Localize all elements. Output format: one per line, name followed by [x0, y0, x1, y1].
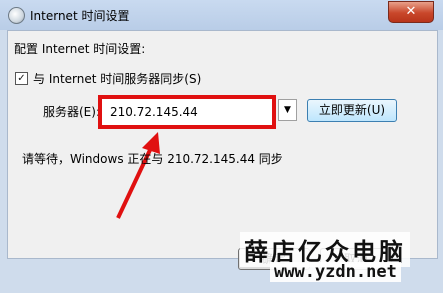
close-button[interactable]: ✕ — [388, 1, 434, 23]
sync-checkbox[interactable]: ✓ — [15, 72, 28, 85]
server-field-highlight[interactable]: 210.72.145.44 — [98, 95, 276, 129]
clock-icon — [8, 7, 25, 24]
watermark-url: www.yzdn.net — [270, 262, 401, 282]
internet-time-settings-window: Internet 时间设置 ✕ 配置 Internet 时间设置: ✓ 与 In… — [0, 0, 443, 293]
dialog-content — [7, 30, 438, 259]
update-now-button[interactable]: 立即更新(U) — [307, 99, 397, 122]
sync-status-text: 请等待，Windows 正在与 210.72.145.44 同步 — [22, 152, 283, 166]
server-label: 服务器(E): — [43, 105, 100, 119]
red-arrow-annotation — [116, 132, 160, 219]
title-bar[interactable]: Internet 时间设置 ✕ — [0, 0, 443, 30]
sync-checkbox-label[interactable]: 与 Internet 时间服务器同步(S) — [33, 70, 201, 87]
server-dropdown-button[interactable]: ▼ — [278, 99, 297, 121]
window-title: Internet 时间设置 — [30, 9, 130, 23]
config-heading: 配置 Internet 时间设置: — [14, 42, 146, 56]
server-input[interactable]: 210.72.145.44 — [110, 105, 198, 119]
